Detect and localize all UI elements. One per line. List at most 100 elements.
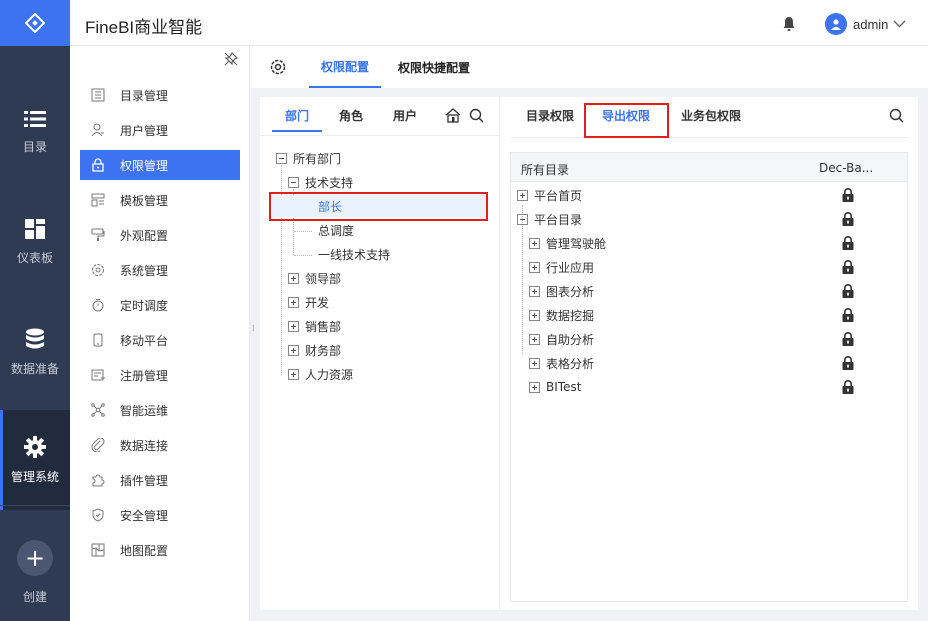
grid-header: 所有目录 Dec-Ba... — [511, 153, 907, 182]
menu-item-security[interactable]: 安全管理 — [80, 500, 240, 530]
expand-icon[interactable] — [529, 357, 540, 369]
grid-row-child[interactable]: 图表分析 — [529, 280, 594, 302]
menu-label: 安全管理 — [120, 508, 169, 523]
rail-item-dashboard[interactable]: 仪表板 — [0, 192, 70, 292]
rail-label: 数据准备 — [10, 361, 59, 376]
tree-node-root[interactable]: 所有部门 — [276, 147, 341, 169]
tab-department[interactable]: 部门 — [285, 97, 309, 133]
logo-icon[interactable] — [0, 0, 70, 46]
expand-icon[interactable] — [288, 296, 299, 308]
tree-label: 销售部 — [305, 319, 342, 334]
rail-item-admin[interactable]: 管理系统 — [0, 410, 70, 510]
tree-label: 人力资源 — [305, 367, 354, 382]
menu-item-data-connection[interactable]: 数据连接 — [80, 430, 240, 460]
tab-user[interactable]: 用户 — [393, 97, 417, 133]
avatar[interactable] — [825, 13, 847, 35]
resize-handle[interactable]: ⁞ — [252, 325, 258, 341]
expand-icon[interactable] — [529, 237, 540, 249]
tree-node-dev[interactable]: 开发 — [288, 291, 329, 313]
collapse-icon[interactable] — [276, 152, 287, 164]
search-icon[interactable] — [469, 108, 484, 126]
menu-label: 移动平台 — [120, 333, 169, 348]
tab-quick-config[interactable]: 权限快捷配置 — [398, 46, 470, 88]
ops-icon — [90, 402, 106, 418]
create-button[interactable]: + 创建 — [0, 540, 70, 605]
tree-label: 平台目录 — [534, 212, 583, 227]
tree-node-tech[interactable]: 技术支持 — [288, 171, 353, 193]
tab-role[interactable]: 角色 — [339, 97, 363, 133]
grid-row-child[interactable]: 自助分析 — [529, 328, 594, 350]
menu-item-mobile[interactable]: 移动平台 — [80, 325, 240, 355]
menu-item-appearance[interactable]: 外观配置 — [80, 220, 240, 250]
permission-panel: 目录权限 导出权限 业务包权限 所有目录 Dec-Ba... 平台首页 平台目录… — [500, 97, 918, 610]
menu-item-system[interactable]: 系统管理 — [80, 255, 240, 285]
tree-node-leadership[interactable]: 领导部 — [288, 267, 341, 289]
grid-row-child[interactable]: 表格分析 — [529, 352, 594, 374]
expand-icon[interactable] — [529, 261, 540, 273]
menu-item-plugins[interactable]: 插件管理 — [80, 465, 240, 495]
lock-icon[interactable] — [842, 188, 854, 205]
lock-icon[interactable] — [842, 308, 854, 325]
menu-item-register[interactable]: 注册管理 — [80, 360, 240, 390]
expand-icon[interactable] — [288, 272, 299, 284]
bell-icon[interactable] — [783, 17, 795, 34]
lock-icon[interactable] — [842, 356, 854, 373]
lock-icon[interactable] — [842, 212, 854, 229]
lock-icon[interactable] — [842, 332, 854, 349]
tree-label: 数据挖掘 — [546, 308, 595, 323]
rail-item-catalog[interactable]: 目录 — [0, 82, 70, 182]
expand-icon[interactable] — [529, 285, 540, 297]
expand-icon[interactable] — [288, 344, 299, 356]
tree-node-frontline[interactable]: 一线技术支持 — [318, 243, 390, 265]
grid-row-child[interactable]: 管理驾驶舱 — [529, 232, 606, 254]
menu-item-catalog[interactable]: 目录管理 — [80, 80, 240, 110]
expand-icon[interactable] — [529, 309, 540, 321]
menu-item-users[interactable]: 用户管理 — [80, 115, 240, 145]
lock-icon[interactable] — [842, 236, 854, 253]
pin-icon[interactable] — [224, 52, 238, 69]
brush-icon — [90, 227, 106, 243]
tree-label: 行业应用 — [546, 260, 595, 275]
sync-org-icon[interactable] — [445, 108, 461, 126]
menu-item-ops[interactable]: 智能运维 — [80, 395, 240, 425]
tree-node-sales[interactable]: 销售部 — [288, 315, 341, 337]
expand-icon[interactable] — [529, 333, 540, 345]
user-name[interactable]: admin — [853, 17, 888, 32]
lock-icon[interactable] — [842, 380, 854, 397]
menu-item-templates[interactable]: 模板管理 — [80, 185, 240, 215]
grid-row-child[interactable]: 数据挖掘 — [529, 304, 594, 326]
dashboard-icon — [25, 218, 45, 239]
main-rail: 目录 仪表板 数据准备 管理系统 + 创建 — [0, 0, 70, 621]
tab-catalog-permission[interactable]: 目录权限 — [526, 97, 574, 133]
tab-permission-config[interactable]: 权限配置 — [309, 46, 382, 88]
tree-label: 平台首页 — [534, 188, 583, 203]
search-icon[interactable] — [889, 108, 904, 126]
menu-item-map[interactable]: 地图配置 — [80, 535, 240, 565]
menu-item-schedule[interactable]: 定时调度 — [80, 290, 240, 320]
expand-icon[interactable] — [529, 381, 540, 393]
tree-node-finance[interactable]: 财务部 — [288, 339, 341, 361]
grid-row-child[interactable]: BITest — [529, 376, 581, 398]
menu-label: 模板管理 — [120, 193, 169, 208]
tab-divider — [510, 137, 908, 138]
rail-item-data-prep[interactable]: 数据准备 — [0, 302, 70, 402]
content-tab-bar: 权限配置 权限快捷配置 — [250, 46, 928, 88]
expand-icon[interactable] — [288, 320, 299, 332]
tab-package-permission[interactable]: 业务包权限 — [681, 97, 741, 133]
grid-row-home[interactable]: 平台首页 — [517, 184, 582, 206]
lock-icon[interactable] — [842, 260, 854, 277]
grid-row-catalog[interactable]: 平台目录 — [517, 208, 582, 230]
tree-node-hr[interactable]: 人力资源 — [288, 363, 353, 385]
column-header-role[interactable]: Dec-Ba... — [819, 161, 873, 175]
expand-icon[interactable] — [517, 189, 528, 201]
menu-item-permissions[interactable]: 权限管理 — [80, 150, 240, 180]
settings-gear-icon[interactable] — [269, 58, 287, 79]
tree-node-dispatcher[interactable]: 总调度 — [318, 219, 354, 241]
lock-icon[interactable] — [842, 284, 854, 301]
collapse-icon[interactable] — [288, 176, 299, 188]
chevron-down-icon[interactable] — [893, 17, 906, 31]
expand-icon[interactable] — [288, 368, 299, 380]
tab-underline — [272, 130, 322, 132]
collapse-icon[interactable] — [517, 213, 528, 225]
grid-row-child[interactable]: 行业应用 — [529, 256, 594, 278]
